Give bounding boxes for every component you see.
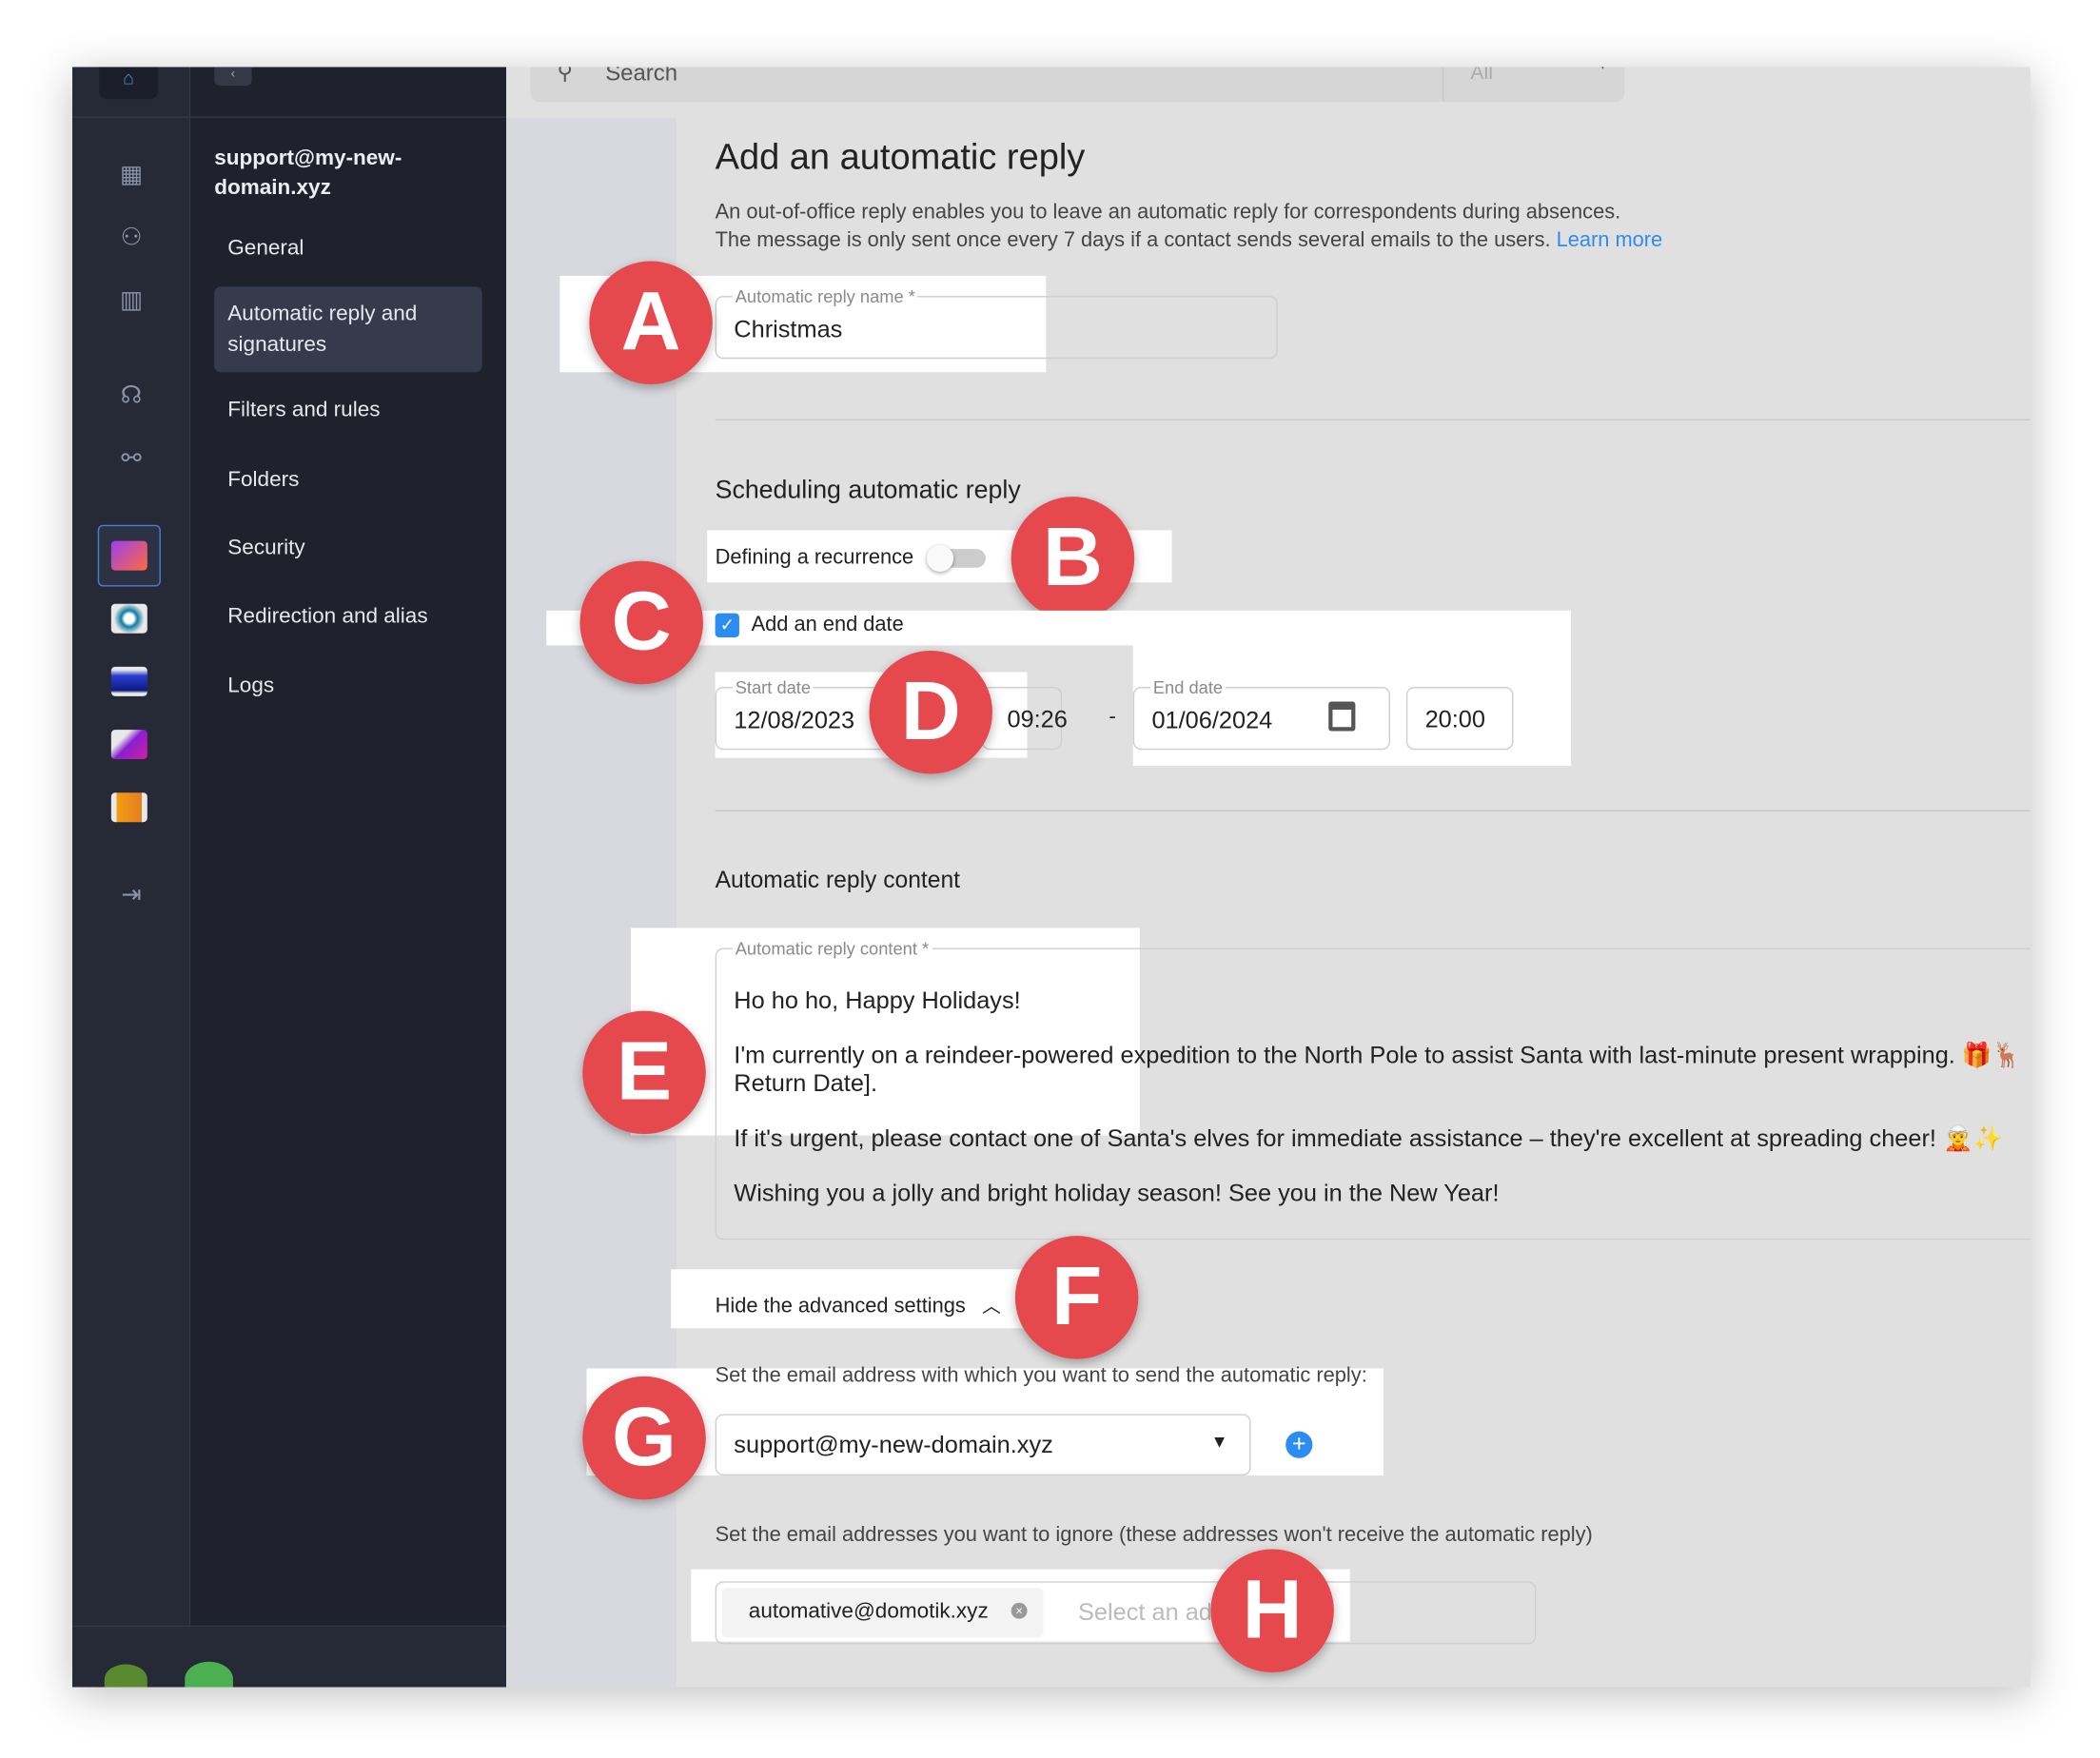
field-value: 12/08/2023 (734, 707, 855, 734)
ignore-addresses-select[interactable]: automative@domotik.xyz × Select an addre… (715, 1581, 1537, 1645)
annotation-badge: C (579, 560, 703, 685)
sidebar-item-filters[interactable]: Filters and rules (227, 395, 380, 425)
calculator-icon[interactable]: ▦ (112, 155, 149, 192)
kdrive-app-icon[interactable] (110, 603, 147, 634)
icon-rail: ⌂ ▦ ⚇ ▥ ☊ ⚯ ⇥ (72, 67, 190, 1688)
logout-icon[interactable]: ⇥ (112, 876, 149, 913)
headset-icon[interactable]: ☊ (112, 377, 149, 414)
search-filter-select[interactable]: All ▾ (1442, 67, 1624, 102)
advanced-settings-toggle[interactable]: Hide the advanced settings ︿ (716, 1292, 1001, 1318)
caret-down-icon: ▼ (1210, 1431, 1228, 1452)
top-divider (72, 67, 507, 118)
chevron-down-icon: ▾ (1600, 67, 1605, 73)
content-line: Return Date]. (734, 1068, 878, 1097)
account-title: support@my-new-domain.xyz (214, 146, 402, 200)
field-label: Automatic reply content * (732, 938, 932, 959)
search-icon: ⚲ (557, 67, 574, 85)
chevron-up-icon: ︿ (982, 1295, 1001, 1317)
handshake-icon[interactable]: ⚯ (112, 440, 149, 477)
content-line: Wishing you a jolly and bright holiday s… (734, 1179, 1500, 1206)
end-date-label: Add an end date (751, 613, 904, 636)
toggle-knob (926, 544, 954, 573)
annotation-badge: F (1014, 1236, 1139, 1359)
chat-icon[interactable] (185, 1661, 233, 1688)
annotation-badge: A (589, 261, 713, 384)
annotation-badge: H (1210, 1549, 1334, 1672)
field-value: 09:26 (1007, 705, 1068, 732)
date-separator: - (1109, 705, 1116, 729)
building-icon[interactable]: ▥ (112, 282, 149, 319)
recurrence-toggle[interactable] (926, 544, 986, 573)
search-bar[interactable]: ⚲ Search All ▾ (530, 67, 1625, 102)
add-address-button[interactable]: + (1286, 1431, 1313, 1458)
start-time-field[interactable]: 09:26 (981, 687, 1068, 751)
end-date-checkbox[interactable]: ✓ (715, 613, 739, 637)
address-chip: automative@domotik.xyz × (721, 1588, 1044, 1638)
reply-content-textarea[interactable]: Automatic reply content * Ho ho ho, Happ… (715, 938, 2031, 1240)
filter-value: All (1470, 67, 1493, 85)
sidebar-item-security[interactable]: Security (227, 533, 304, 563)
field-label: End date (1150, 677, 1226, 698)
content-line: Ho ho ho, Happy Holidays! (734, 986, 1021, 1014)
users-icon[interactable]: ⚇ (112, 218, 149, 255)
end-date-field[interactable]: End date 01/06/2024 (1132, 677, 1390, 751)
field-label: Automatic reply name * (732, 286, 918, 307)
kmail-app-icon[interactable] (110, 540, 147, 571)
sender-select[interactable]: support@my-new-domain.xyz ▼ (715, 1414, 1251, 1476)
sidebar-item-folders[interactable]: Folders (227, 464, 299, 495)
kmeet-app-icon[interactable] (110, 792, 147, 823)
calendar-icon[interactable] (1328, 701, 1356, 732)
description-line: The message is only sent once every 7 da… (715, 228, 1551, 252)
scheduling-title: Scheduling automatic reply (715, 477, 1021, 505)
sidebar-item-redirection[interactable]: Redirection and alias (227, 601, 427, 632)
sidebar-item-label: Automatic reply and signatures (227, 303, 418, 357)
app-window: ⌂ ▦ ⚇ ▥ ☊ ⚯ ⇥ ‹ support@my-new-domain.xy… (72, 67, 2031, 1688)
content-line: I'm currently on a reindeer-powered expe… (734, 1042, 2022, 1069)
field-value: 01/06/2024 (1151, 707, 1273, 734)
page-description: An out-of-office reply enables you to le… (716, 198, 1663, 254)
description-line: An out-of-office reply enables you to le… (715, 201, 1621, 225)
sender-label: Set the email address with which you wan… (715, 1364, 1367, 1388)
recurrence-label: Defining a recurrence (715, 546, 914, 570)
annotation-badge: G (582, 1376, 706, 1500)
select-value: support@my-new-domain.xyz (734, 1431, 1053, 1458)
field-value: 20:00 (1424, 705, 1485, 732)
search-input[interactable]: Search (605, 67, 677, 87)
page-title: Add an automatic reply (715, 136, 1086, 177)
content-title: Automatic reply content (715, 866, 961, 893)
sidebar-item-automatic-reply[interactable]: Automatic reply and signatures (214, 286, 482, 373)
annotation-badge: E (582, 1010, 706, 1135)
content-text: Ho ho ho, Happy Holidays! I'm currently … (734, 986, 2022, 1206)
sidebar-item-logs[interactable]: Logs (227, 671, 274, 701)
toggle-label: Hide the advanced settings (715, 1295, 966, 1318)
annotation-badge: B (1011, 497, 1135, 620)
sidebar-item-general[interactable]: General (227, 233, 304, 264)
avatar[interactable] (104, 1664, 147, 1688)
main-panel: ⚲ Search All ▾ Add an automatic reply An… (506, 67, 2031, 1688)
end-time-field[interactable]: 20:00 (1405, 687, 1514, 751)
reply-name-field[interactable]: Automatic reply name * Christmas (715, 286, 1278, 360)
learn-more-link[interactable]: Learn more (1557, 229, 1663, 252)
sidebar-footer (72, 1625, 507, 1688)
chip-remove-icon[interactable]: × (1011, 1602, 1028, 1619)
swisstransfer-app-icon[interactable] (110, 730, 147, 760)
chip-label: automative@domotik.xyz (748, 1599, 989, 1623)
content-line: If it's urgent, please contact one of Sa… (734, 1123, 2004, 1151)
kchat-app-icon[interactable] (110, 666, 147, 696)
annotation-badge: D (869, 651, 992, 774)
field-value: Christmas (734, 316, 843, 343)
field-label: Start date (732, 677, 814, 698)
ignore-label: Set the email addresses you want to igno… (715, 1523, 1593, 1547)
settings-sidebar: ‹ support@my-new-domain.xyz General Auto… (189, 67, 507, 1688)
